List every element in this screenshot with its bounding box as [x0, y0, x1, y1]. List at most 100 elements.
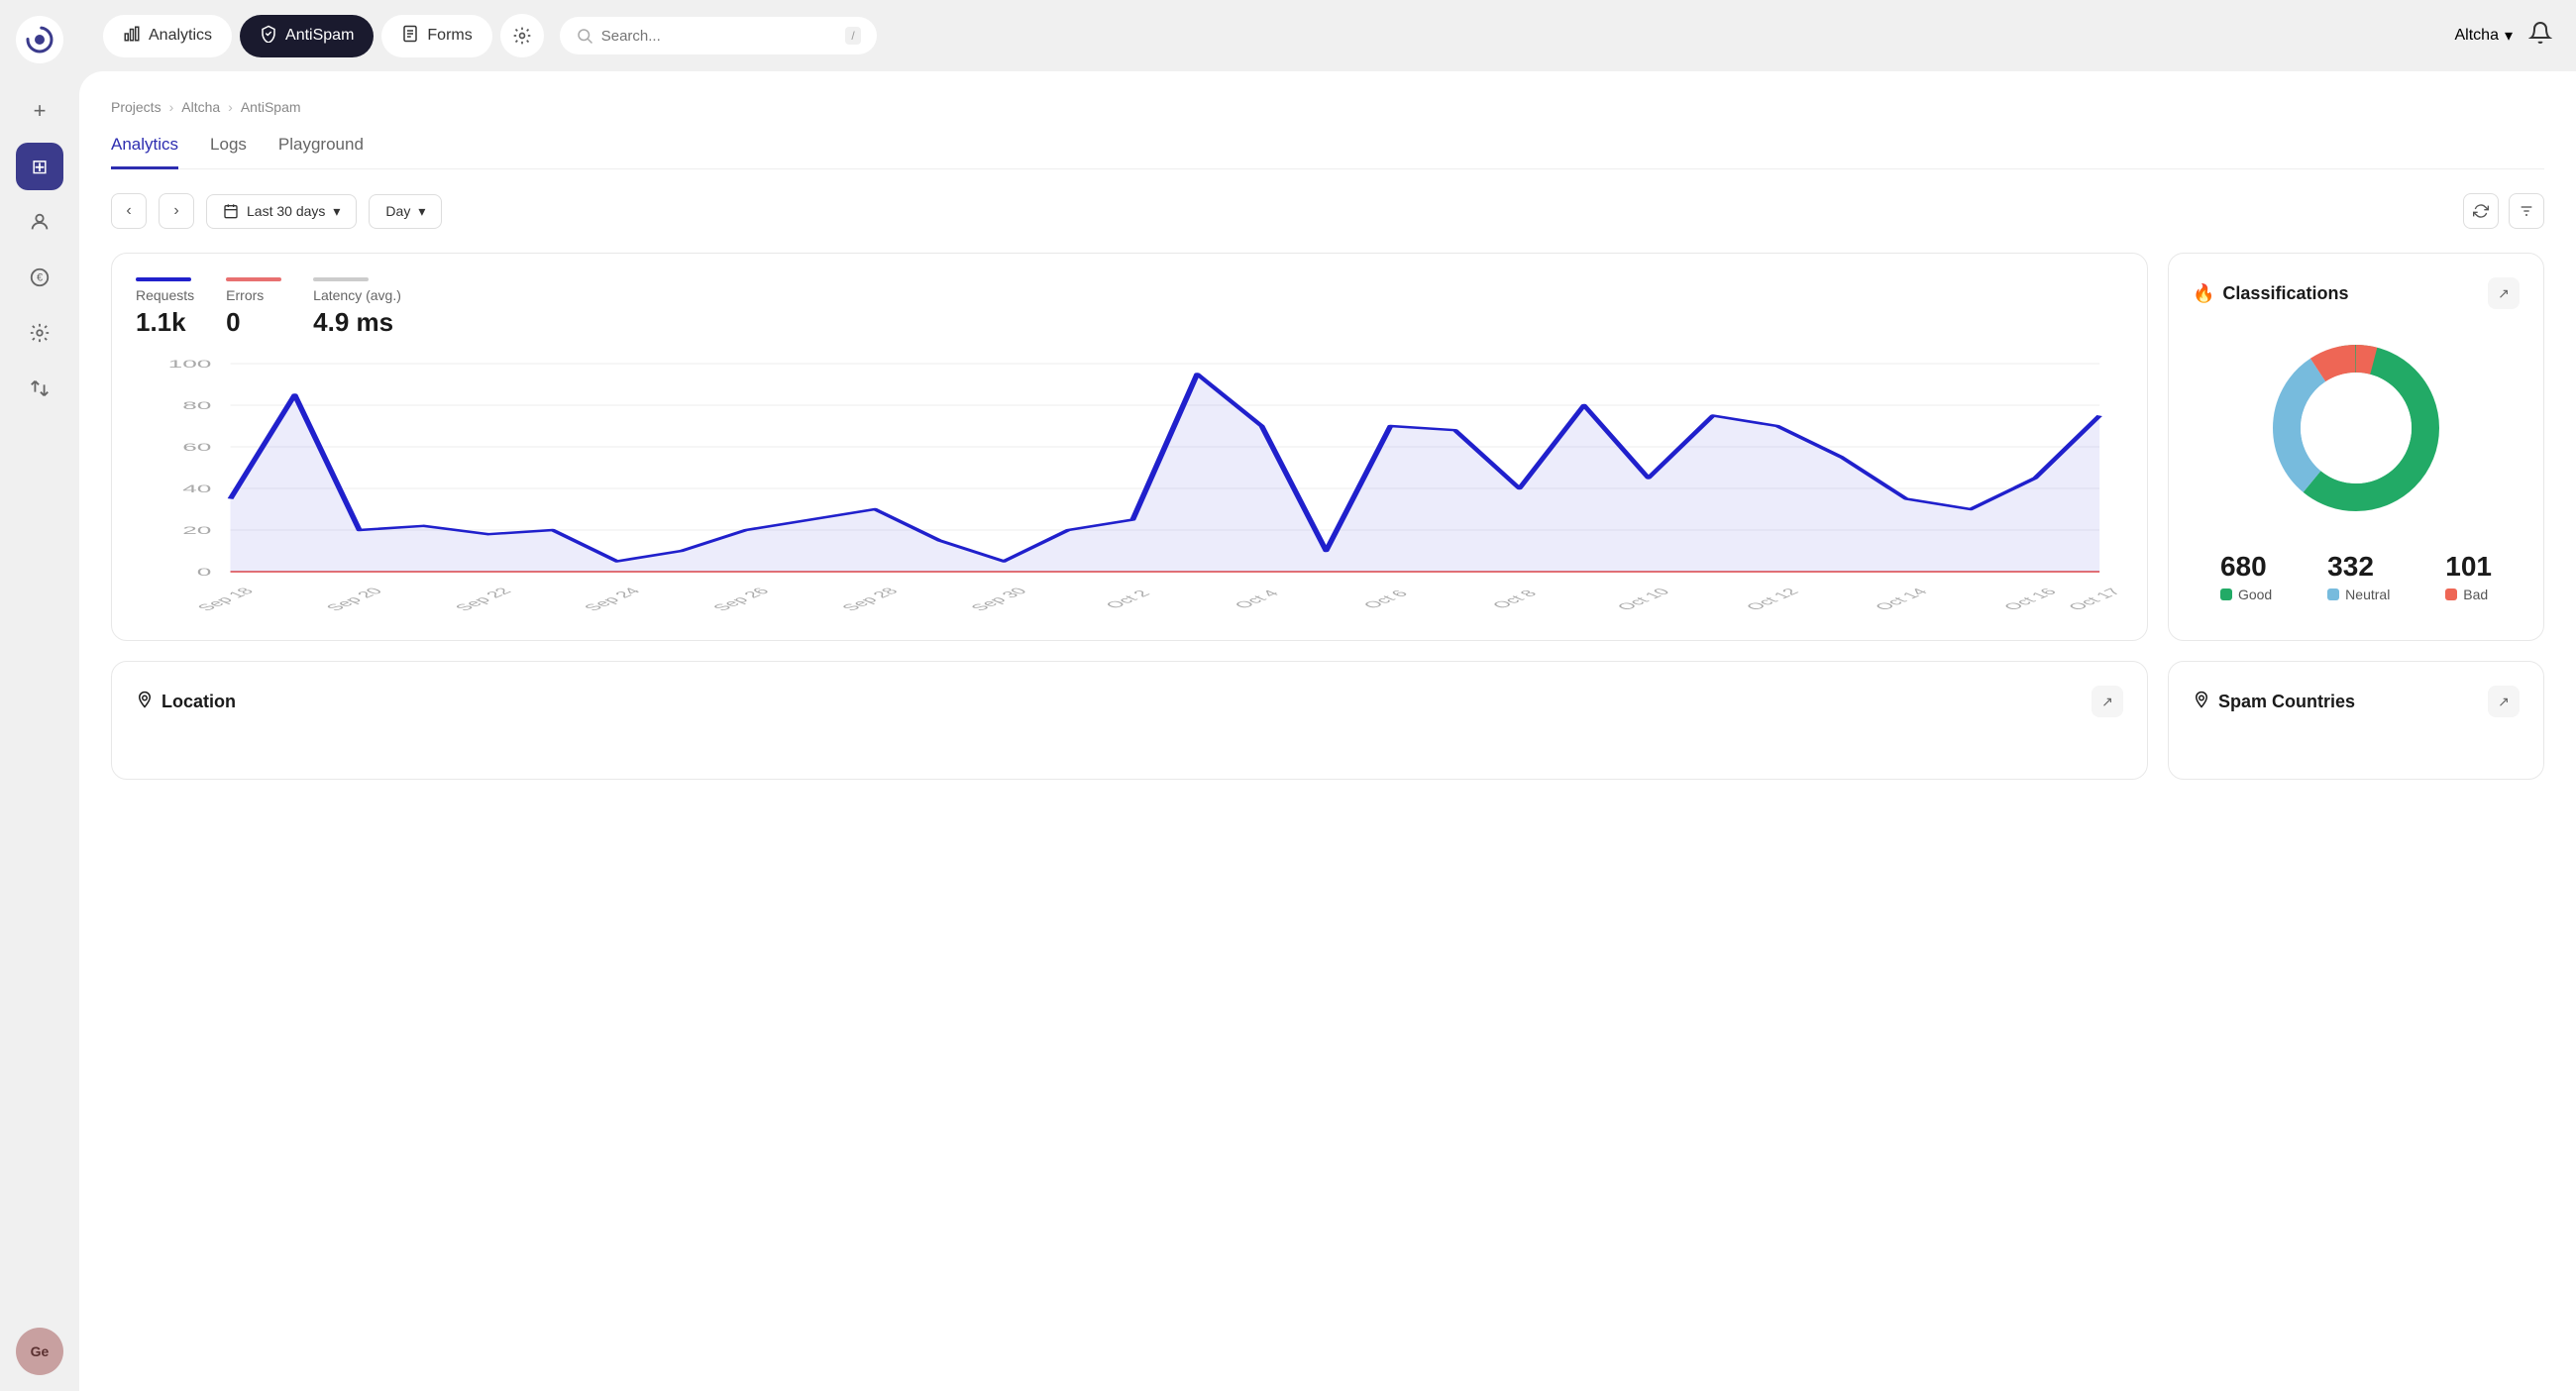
- filter-button[interactable]: [2509, 193, 2544, 229]
- interval-button[interactable]: Day ▾: [369, 194, 442, 229]
- svg-text:100: 100: [168, 359, 212, 371]
- svg-text:40: 40: [182, 483, 211, 495]
- svg-text:Oct 16: Oct 16: [2000, 587, 2061, 611]
- next-button[interactable]: ›: [159, 193, 194, 229]
- add-button[interactable]: +: [16, 87, 63, 135]
- app-logo[interactable]: [16, 16, 63, 63]
- legend-bad: 101 Bad: [2445, 551, 2492, 602]
- dashboard-grid: Requests 1.1k Errors 0 Latency (avg.) 4.…: [111, 253, 2544, 641]
- classifications-card: 🔥 Classifications ↗: [2168, 253, 2544, 641]
- legend-good: 680 Good: [2220, 551, 2272, 602]
- svg-text:20: 20: [182, 525, 211, 537]
- latency-line-indicator: [313, 277, 369, 281]
- latency-value: 4.9 ms: [313, 307, 401, 338]
- user-avatar[interactable]: Ge: [16, 1328, 63, 1375]
- svg-text:Oct 17: Oct 17: [2065, 587, 2123, 611]
- requests-label: Requests: [136, 287, 194, 303]
- fire-icon: 🔥: [2193, 283, 2214, 304]
- refresh-button[interactable]: [2463, 193, 2499, 229]
- filter-icon: [2519, 203, 2534, 219]
- latency-label: Latency (avg.): [313, 287, 401, 303]
- calendar-icon: [223, 203, 239, 219]
- svg-text:Sep 30: Sep 30: [967, 587, 1031, 611]
- neutral-dot: [2327, 588, 2339, 600]
- svg-text:Sep 24: Sep 24: [581, 587, 645, 611]
- errors-line-indicator: [226, 277, 281, 281]
- classifications-title: 🔥 Classifications: [2193, 283, 2348, 304]
- date-range-button[interactable]: Last 30 days ▾: [206, 194, 357, 229]
- chevron-down-icon: ▾: [2505, 26, 2513, 46]
- antispam-nav-label: AntiSpam: [285, 27, 354, 45]
- controls-row: ‹ › Last 30 days ▾ Day ▾: [111, 193, 2544, 229]
- user-menu[interactable]: Altcha ▾: [2455, 26, 2514, 46]
- search-icon: [576, 27, 593, 45]
- prev-button[interactable]: ‹: [111, 193, 147, 229]
- requests-value: 1.1k: [136, 307, 194, 338]
- sidebar-item-settings[interactable]: [16, 309, 63, 357]
- donut-chart: [2257, 329, 2455, 527]
- analytics-nav-button[interactable]: Analytics: [103, 15, 232, 57]
- location-title: Location: [136, 691, 236, 713]
- legend-requests: Requests 1.1k: [136, 277, 194, 338]
- search-box[interactable]: /: [560, 17, 877, 54]
- controls-right: [2463, 193, 2544, 229]
- spam-countries-card: Spam Countries ↗: [2168, 661, 2544, 780]
- tab-playground[interactable]: Playground: [278, 135, 364, 169]
- svg-text:Sep 26: Sep 26: [709, 587, 774, 611]
- forms-nav-label: Forms: [427, 27, 472, 45]
- sidebar: + ⊞ € Ge: [0, 0, 79, 1391]
- breadcrumb: Projects › Altcha › AntiSpam: [111, 99, 2544, 115]
- location-card: Location ↗: [111, 661, 2148, 780]
- svg-text:Oct 6: Oct 6: [1359, 588, 1412, 610]
- content-area: Projects › Altcha › AntiSpam Analytics L…: [79, 71, 2576, 1391]
- analytics-nav-label: Analytics: [149, 27, 212, 45]
- user-name: Altcha: [2455, 27, 2499, 45]
- errors-value: 0: [226, 307, 281, 338]
- forms-nav-button[interactable]: Forms: [381, 15, 491, 57]
- notification-bell[interactable]: [2528, 21, 2552, 51]
- bottom-grid: Location ↗ Spam Countries ↗: [111, 661, 2544, 780]
- date-range-label: Last 30 days: [247, 203, 325, 219]
- classifications-header: 🔥 Classifications ↗: [2193, 277, 2520, 309]
- svg-text:Oct 14: Oct 14: [1872, 587, 1932, 611]
- location-expand-button[interactable]: ↗: [2092, 686, 2123, 717]
- sidebar-item-transfer[interactable]: [16, 365, 63, 412]
- breadcrumb-projects[interactable]: Projects: [111, 99, 161, 115]
- svg-text:€: €: [37, 272, 43, 284]
- sidebar-item-user[interactable]: [16, 198, 63, 246]
- analytics-nav-icon: [123, 25, 141, 48]
- top-navigation: Analytics AntiSpam Forms / Altcha ▾: [79, 0, 2576, 71]
- tab-logs[interactable]: Logs: [210, 135, 247, 169]
- chart-legend: Requests 1.1k Errors 0 Latency (avg.) 4.…: [136, 277, 2123, 338]
- breadcrumb-altcha[interactable]: Altcha: [181, 99, 220, 115]
- breadcrumb-antispam[interactable]: AntiSpam: [241, 99, 301, 115]
- requests-chart-card: Requests 1.1k Errors 0 Latency (avg.) 4.…: [111, 253, 2148, 641]
- spam-countries-header: Spam Countries ↗: [2193, 686, 2520, 717]
- search-input[interactable]: [601, 28, 838, 45]
- spam-countries-expand-button[interactable]: ↗: [2488, 686, 2520, 717]
- sidebar-item-grid[interactable]: ⊞: [16, 143, 63, 190]
- donut-chart-container: [2193, 329, 2520, 527]
- svg-text:Oct 12: Oct 12: [1743, 587, 1803, 611]
- svg-text:Sep 22: Sep 22: [452, 587, 516, 611]
- svg-text:Oct 10: Oct 10: [1613, 587, 1673, 611]
- svg-text:0: 0: [197, 567, 212, 579]
- requests-line-indicator: [136, 277, 191, 281]
- sidebar-item-billing[interactable]: €: [16, 254, 63, 301]
- svg-text:Sep 18: Sep 18: [194, 587, 259, 611]
- line-chart: 100 80 60 40 20 0 Sep 18Sep 20Sep 22Sep …: [136, 354, 2123, 611]
- tab-analytics[interactable]: Analytics: [111, 135, 178, 169]
- date-chevron-icon: ▾: [333, 203, 340, 220]
- antispam-nav-button[interactable]: AntiSpam: [240, 15, 374, 57]
- donut-legend: 680 Good 332 Neutral 1: [2193, 551, 2520, 602]
- search-shortcut: /: [845, 27, 860, 45]
- interval-label: Day: [385, 203, 410, 219]
- gear-nav-button[interactable]: [500, 14, 544, 57]
- legend-latency: Latency (avg.) 4.9 ms: [313, 277, 401, 338]
- svg-text:Sep 28: Sep 28: [838, 587, 903, 611]
- svg-text:60: 60: [182, 442, 211, 454]
- good-dot: [2220, 588, 2232, 600]
- classifications-expand-button[interactable]: ↗: [2488, 277, 2520, 309]
- antispam-nav-icon: [260, 25, 277, 48]
- location-header: Location ↗: [136, 686, 2123, 717]
